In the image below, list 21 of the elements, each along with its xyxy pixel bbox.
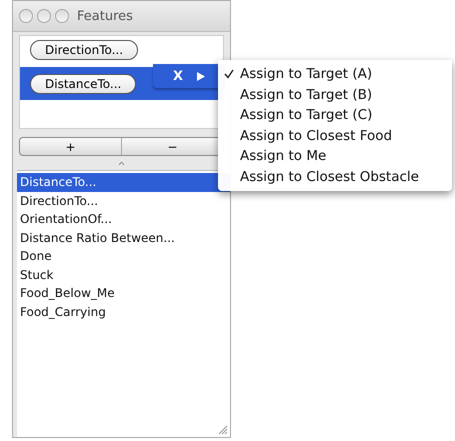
window-control-icon[interactable] <box>37 9 51 23</box>
segment-button[interactable]: + <box>20 138 121 155</box>
feature-row[interactable]: DirectionTo... <box>20 36 223 64</box>
checkmark-icon <box>224 69 234 80</box>
list-item[interactable]: Distance Ratio Between... <box>17 228 230 247</box>
list-item[interactable]: Done <box>17 247 230 266</box>
window-control-icon[interactable] <box>19 9 33 23</box>
feature-button[interactable]: DistanceTo... <box>30 74 136 94</box>
menu-item[interactable]: Assign to Target (C) <box>218 105 452 126</box>
window-title: Features <box>77 8 133 24</box>
list-item[interactable]: OrientationOf... <box>17 210 230 228</box>
caret-icon <box>119 162 124 164</box>
resize-grip-icon[interactable] <box>218 425 228 435</box>
feature-button[interactable]: DirectionTo... <box>30 40 138 60</box>
list-item[interactable]: Food_Below_Me <box>17 284 230 302</box>
list-item[interactable]: DistanceTo... <box>17 173 230 192</box>
list-item[interactable]: Food_Carrying <box>17 302 230 321</box>
window-control-icon[interactable] <box>55 9 69 23</box>
triangle-icon <box>197 72 206 80</box>
list-item[interactable]: DirectionTo... <box>17 192 230 210</box>
list-item[interactable]: Stuck <box>17 266 230 284</box>
